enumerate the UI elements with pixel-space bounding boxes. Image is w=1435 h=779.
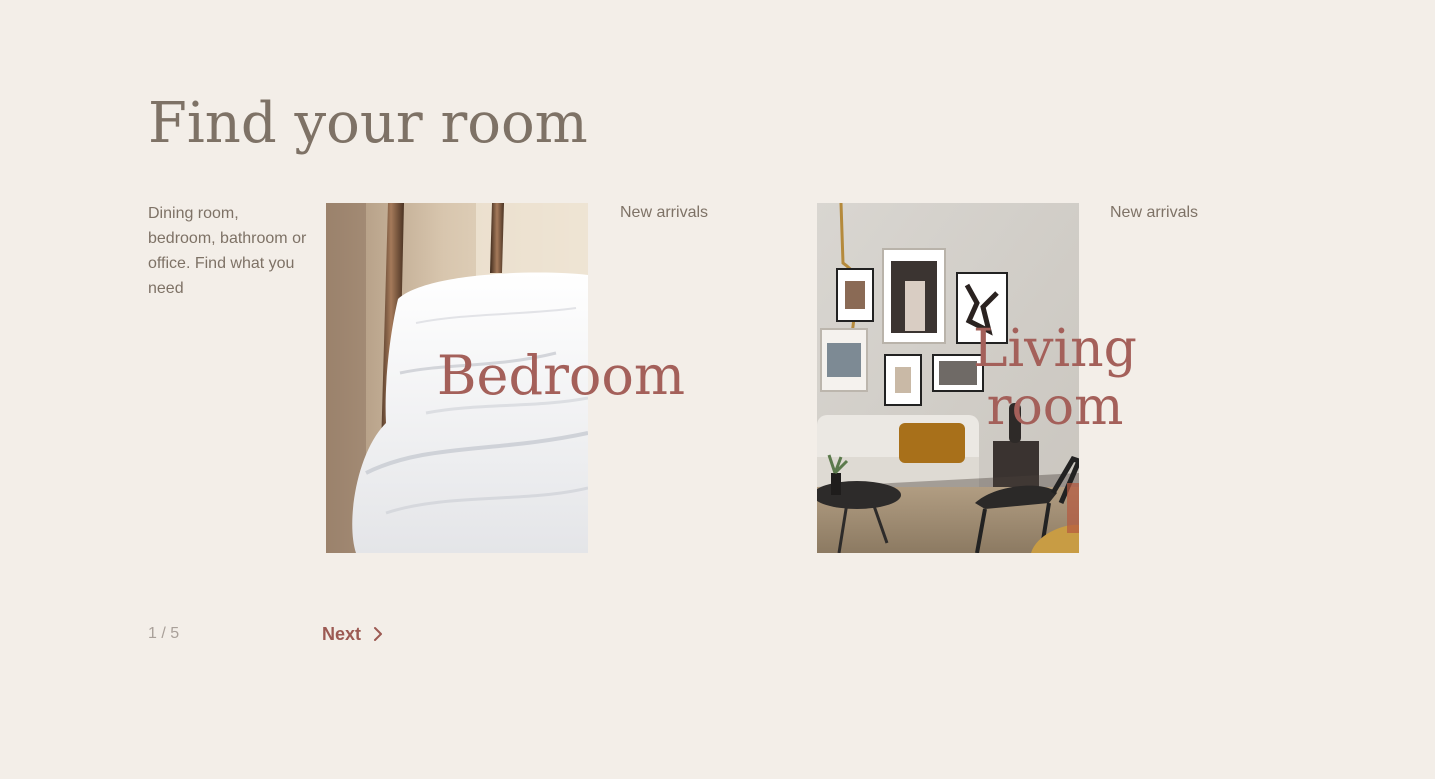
- page-title: Find your room: [148, 91, 588, 156]
- next-button-label: Next: [322, 623, 362, 644]
- next-button[interactable]: Next: [322, 620, 383, 648]
- bedroom-image[interactable]: [326, 203, 588, 553]
- page-indicator: 1 / 5: [148, 625, 180, 642]
- chevron-right-icon: [373, 626, 383, 642]
- new-arrivals-tag[interactable]: New arrivals: [620, 203, 708, 223]
- intro-text: Dining room, bedroom, bathroom or office…: [148, 205, 307, 297]
- room-card-bedroom[interactable]: New arrivals Bedroom: [326, 203, 756, 553]
- room-card-living-room[interactable]: New arrivals Living room: [817, 203, 1247, 553]
- living-room-image[interactable]: [817, 203, 1079, 553]
- new-arrivals-tag[interactable]: New arrivals: [1110, 203, 1198, 223]
- page: Find your room Dining room, bedroom, bat…: [0, 0, 1435, 779]
